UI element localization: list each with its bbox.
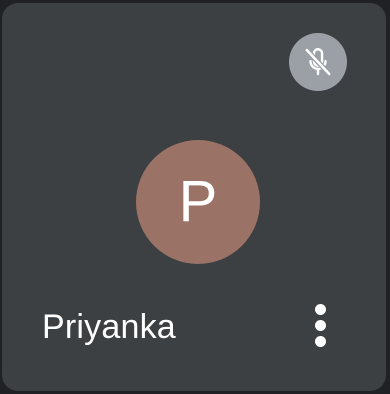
participant-tile: P Priyanka bbox=[2, 3, 386, 391]
avatar-initial: P bbox=[178, 169, 218, 234]
mic-off-icon bbox=[289, 33, 347, 91]
more-vertical-icon bbox=[314, 303, 326, 315]
more-vertical-icon-dot bbox=[314, 335, 326, 347]
mic-off-glyph bbox=[304, 47, 332, 77]
more-vertical-icon-dot bbox=[314, 319, 326, 331]
avatar: P bbox=[136, 140, 260, 264]
participant-name: Priyanka bbox=[42, 308, 176, 346]
more-options-button[interactable] bbox=[298, 293, 342, 357]
